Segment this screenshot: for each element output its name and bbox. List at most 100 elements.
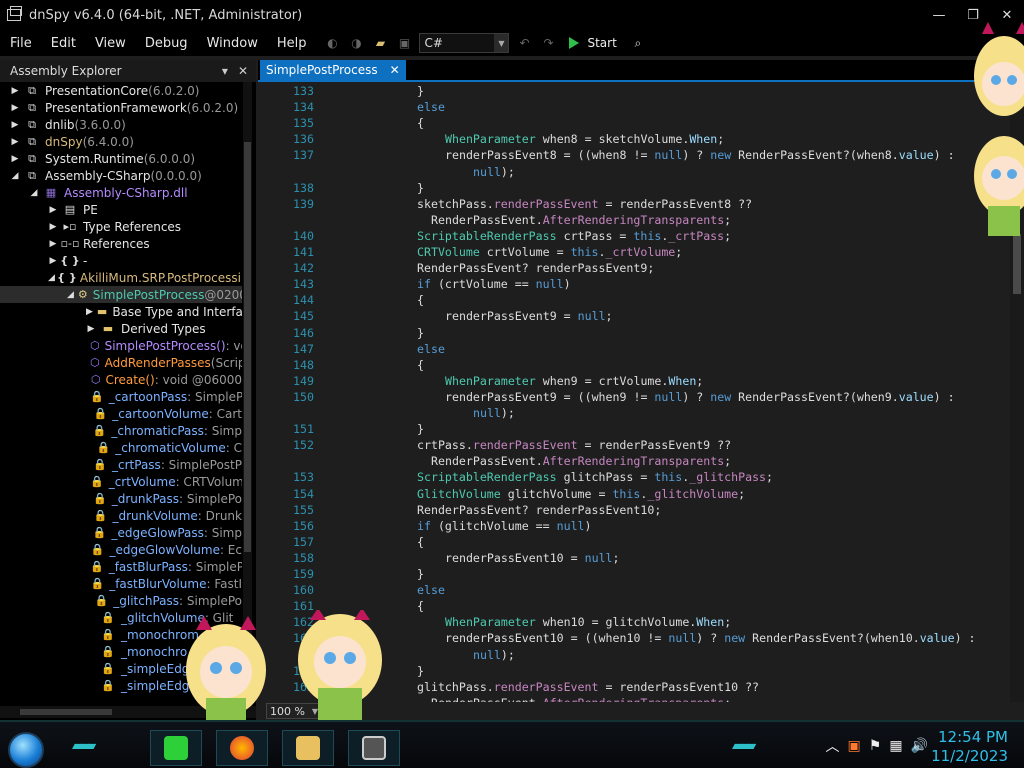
taskbar-app-firefox[interactable] <box>216 730 268 766</box>
tree-node[interactable]: ▶ ▬ Derived Types <box>0 320 242 337</box>
menu-edit[interactable]: Edit <box>41 36 85 51</box>
collapse-arrow-icon[interactable]: ◢ <box>29 188 39 198</box>
tree-node[interactable]: ▶ ⧉ PresentationCore (6.0.2.0) <box>0 82 242 99</box>
tree-node[interactable]: ▶ ⧉ System.Runtime (6.0.0.0) <box>0 150 242 167</box>
tree-node[interactable]: 🔒 _cartoonVolume : Cart <box>0 405 242 422</box>
redo-icon[interactable]: ↷ <box>539 34 557 52</box>
menu-view[interactable]: View <box>85 36 135 51</box>
show-hidden-icons-icon[interactable]: ︿ <box>826 736 840 756</box>
scrollbar-thumb[interactable] <box>20 709 112 715</box>
tree-node[interactable]: ◢{ } AkilliMum.SRP.PostProcessing <box>0 269 242 286</box>
code-text: RenderPassEvent.AfterRenderingTransparen… <box>431 454 731 468</box>
collapse-arrow-icon[interactable]: ◢ <box>48 273 55 283</box>
volume-icon[interactable]: 🔊 <box>911 738 928 754</box>
tree-node[interactable]: ▶ ▸▫ Type References <box>0 218 242 235</box>
minimize-button[interactable]: — <box>922 0 956 30</box>
code-token: AfterRenderingTransparents <box>542 212 725 227</box>
code-token: ; <box>724 615 732 630</box>
menu-file[interactable]: File <box>0 36 41 51</box>
method-icon: ⬡ <box>90 356 100 369</box>
tree-node[interactable]: ⬡ SimplePostProcess() : void <box>0 337 242 354</box>
tree-node[interactable]: 🔒 _chromaticVolume : C <box>0 439 242 456</box>
code-line: 137 renderPassEvent8 = ((when8 != null) ?… <box>258 148 955 164</box>
tree-node[interactable]: ◢⚙ SimplePostProcess @02000 <box>0 286 242 303</box>
line-number: 150 <box>293 389 314 404</box>
tree-node[interactable]: 🔒 _drunkVolume : Drunk <box>0 507 242 524</box>
collapse-arrow-icon[interactable]: ◢ <box>67 290 74 300</box>
code-line: 149 WhenParameter when9 = crtVolume.When; <box>258 374 703 390</box>
forward-icon[interactable]: ◑ <box>347 34 365 52</box>
tree-node[interactable]: 🔒 _crtPass : SimplePostP <box>0 456 242 473</box>
tree-node[interactable]: ⬡ Create() : void @06000 <box>0 371 242 388</box>
tree-node[interactable]: ▶ ⧉ dnSpy (6.4.0.0) <box>0 133 242 150</box>
tree-node[interactable]: 🔒 _drunkPass : SimplePo <box>0 490 242 507</box>
scrollbar-thumb[interactable] <box>244 142 251 552</box>
start-menu-button[interactable] <box>8 732 44 768</box>
clock[interactable]: 12:54 PM 11/2/2023 <box>931 728 1008 766</box>
collapse-arrow-icon[interactable]: ◢ <box>10 171 20 181</box>
app-tray-icon[interactable]: ▣ <box>848 738 861 754</box>
toolbar: ◐ ◑ ▰ ▣ C# ▼ ↶ ↷ Start ⌕ <box>323 33 646 53</box>
menu-help[interactable]: Help <box>267 36 316 51</box>
expand-arrow-icon[interactable]: ▶ <box>10 120 20 130</box>
code-token: ); <box>500 647 515 662</box>
tree-node[interactable]: 🔒 _edgeGlowVolume : Ec <box>0 541 242 558</box>
pin-dropdown-icon[interactable]: ▾ <box>222 64 228 78</box>
tree-node[interactable]: ◢ ▦ Assembly-CSharp.dll <box>0 184 242 201</box>
line-number: 148 <box>293 357 314 372</box>
explorer-close-icon[interactable]: ✕ <box>238 64 248 78</box>
expand-arrow-icon[interactable]: ▶ <box>10 154 20 164</box>
field-icon: 🔒 <box>93 407 108 420</box>
tree-node[interactable]: ▶ ⧉ dnlib (3.6.0.0) <box>0 116 242 133</box>
language-select[interactable]: C# ▼ <box>419 33 510 53</box>
tree-node[interactable]: 🔒 _chromaticPass : Simp <box>0 422 242 439</box>
start-button[interactable]: Start <box>563 36 622 50</box>
undo-icon[interactable]: ↶ <box>515 34 533 52</box>
tree-node[interactable]: 🔒 _glitchPass : SimplePo <box>0 592 242 609</box>
expand-arrow-icon[interactable]: ▶ <box>48 239 58 249</box>
search-icon[interactable]: ⌕ <box>629 34 647 52</box>
menu-window[interactable]: Window <box>197 36 267 51</box>
tree-node[interactable]: ▶ ▫-▫ References <box>0 235 242 252</box>
expand-arrow-icon[interactable]: ▶ <box>48 222 58 232</box>
code-line: null); <box>258 406 515 422</box>
tree-node[interactable]: ▶ ⧉ PresentationFramework (6.0.2.0) <box>0 99 242 116</box>
flag-icon[interactable]: ⚑ <box>869 738 882 754</box>
folder-icon <box>296 736 320 760</box>
taskbar-app-notes[interactable] <box>150 730 202 766</box>
expand-arrow-icon[interactable]: ▶ <box>10 86 20 96</box>
menu-bar: File Edit View Debug Window Help ◐ ◑ ▰ ▣… <box>0 30 1024 56</box>
save-icon[interactable]: ▣ <box>395 34 413 52</box>
open-folder-icon[interactable]: ▰ <box>371 34 389 52</box>
tree-node-detail: : void <box>225 338 242 353</box>
tree-node[interactable]: ▶▬ Base Type and Interfaces <box>0 303 242 320</box>
expand-arrow-icon[interactable]: ▶ <box>86 324 96 334</box>
tree-node[interactable]: 🔒 _cartoonPass : SimpleP <box>0 388 242 405</box>
tree-node[interactable]: ▶ ▤ PE <box>0 201 242 218</box>
expand-arrow-icon[interactable]: ▶ <box>86 307 93 317</box>
tree-node[interactable]: 🔒 _crtVolume : CRTVolum <box>0 473 242 490</box>
code-token: When <box>696 615 725 630</box>
tree-node[interactable]: 🔒 _edgeGlowPass : Simp <box>0 524 242 541</box>
code-text: } <box>417 326 424 340</box>
line-number: 156 <box>293 518 314 533</box>
taskbar-app-dnspy[interactable] <box>348 730 400 766</box>
expand-arrow-icon[interactable]: ▶ <box>10 103 20 113</box>
network-icon[interactable]: ▦ <box>889 738 902 754</box>
tree-node[interactable]: ◢ ⧉ Assembly-CSharp (0.0.0.0) <box>0 167 242 184</box>
tab-close-icon[interactable]: ✕ <box>390 63 400 77</box>
tree-node[interactable]: ▶{ } - <box>0 252 242 269</box>
expand-arrow-icon[interactable]: ▶ <box>10 137 20 147</box>
code-token: { <box>417 357 424 372</box>
expand-arrow-icon[interactable]: ▶ <box>48 205 58 215</box>
tab-simplepostprocess[interactable]: SimplePostProcess ✕ <box>260 60 406 80</box>
tree-node[interactable]: 🔒 _fastBlurPass : SimpleP <box>0 558 242 575</box>
tree-node-label: _drunkVolume <box>112 508 198 523</box>
taskbar-app-file-explorer[interactable] <box>282 730 334 766</box>
back-icon[interactable]: ◐ <box>323 34 341 52</box>
tree-node[interactable]: 🔒 _fastBlurVolume : FastI <box>0 575 243 592</box>
tree-node[interactable]: ⬡ AddRenderPasses (Scrip <box>0 354 242 371</box>
dnspy-icon <box>362 736 386 760</box>
expand-arrow-icon[interactable]: ▶ <box>48 256 58 266</box>
menu-debug[interactable]: Debug <box>135 36 197 51</box>
